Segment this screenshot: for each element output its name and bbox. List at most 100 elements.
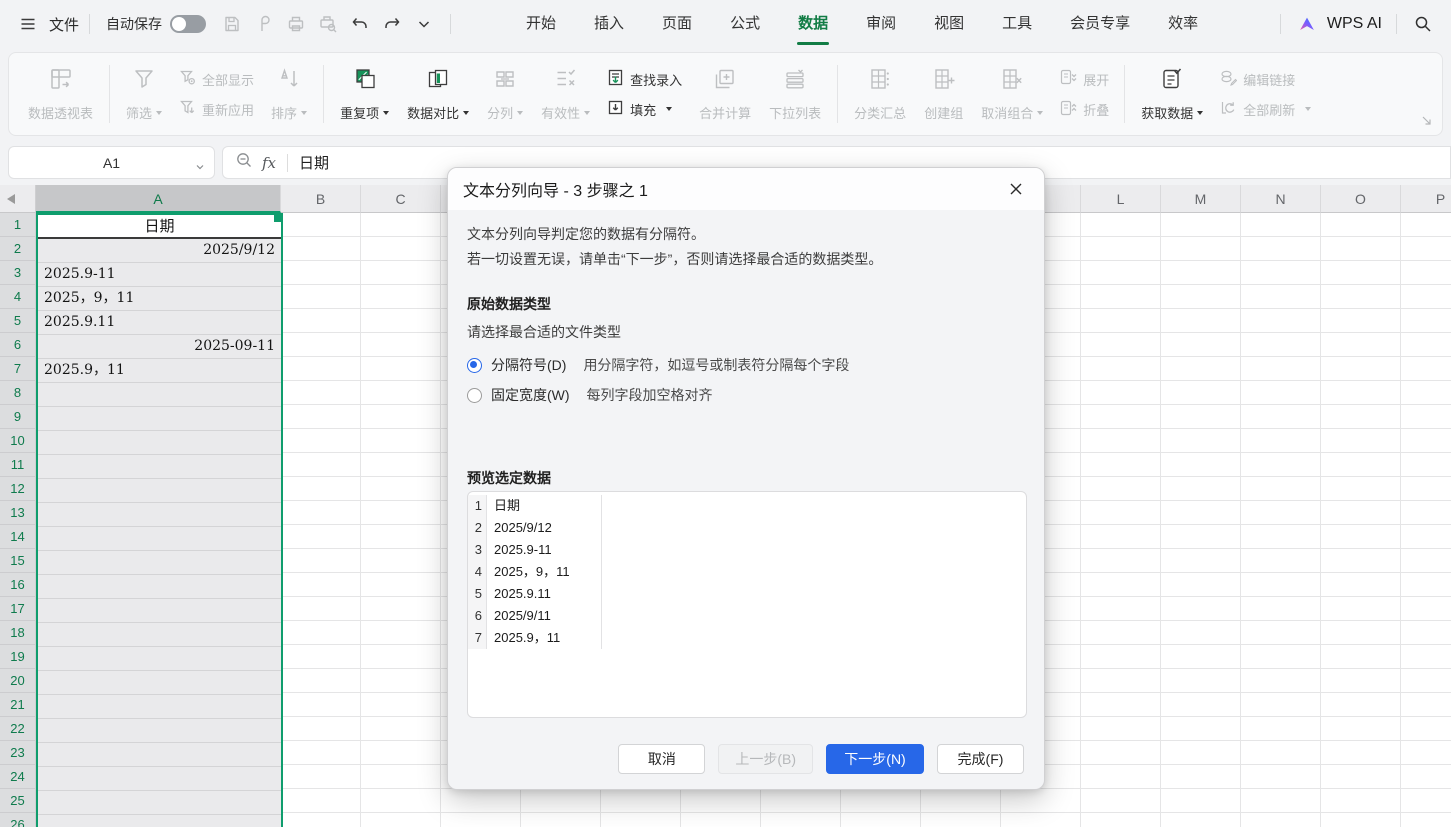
dialog-title-bar[interactable]: 文本分列向导 - 3 步骤之 1 xyxy=(448,168,1044,210)
cell-A5[interactable]: 2025.9.11 xyxy=(38,311,281,335)
cell-A7[interactable]: 2025.9，11 xyxy=(38,359,281,383)
row-header-19[interactable]: 19 xyxy=(0,645,35,669)
row-header-15[interactable]: 15 xyxy=(0,549,35,573)
row-header-8[interactable]: 8 xyxy=(0,381,35,405)
quickbar-more-icon[interactable] xyxy=(410,10,438,38)
tab-efficiency[interactable]: 效率 xyxy=(1149,0,1217,48)
data-compare-button[interactable]: 数据对比 xyxy=(398,57,478,131)
row-header-12[interactable]: 12 xyxy=(0,477,35,501)
validation-button[interactable]: 有效性 xyxy=(532,57,599,131)
cell-A20[interactable] xyxy=(38,671,281,695)
cell-A2[interactable]: 2025/9/12 xyxy=(38,239,281,263)
row-header-14[interactable]: 14 xyxy=(0,525,35,549)
cell-A24[interactable] xyxy=(38,767,281,791)
row-header-2[interactable]: 2 xyxy=(0,237,35,261)
autosave-toggle[interactable] xyxy=(170,15,206,33)
print-icon[interactable] xyxy=(282,10,310,38)
redo-icon[interactable] xyxy=(378,10,406,38)
cell-A19[interactable] xyxy=(38,647,281,671)
radio-fixed-width[interactable]: 固定宽度(W) 每列字段加空格对齐 xyxy=(467,385,1025,405)
cell-A10[interactable] xyxy=(38,431,281,455)
cell-A3[interactable]: 2025.9-11 xyxy=(38,263,281,287)
ungroup-button[interactable]: 取消组合 xyxy=(972,57,1052,131)
row-header-9[interactable]: 9 xyxy=(0,405,35,429)
finish-button[interactable]: 完成(F) xyxy=(937,744,1024,774)
create-group-button[interactable]: 创建组 xyxy=(915,57,972,131)
column-header-O[interactable]: O xyxy=(1321,185,1401,213)
tab-formula[interactable]: 公式 xyxy=(711,0,779,48)
row-header-13[interactable]: 13 xyxy=(0,501,35,525)
tab-tools[interactable]: 工具 xyxy=(983,0,1051,48)
column-header-B[interactable]: B xyxy=(281,185,361,213)
cell-A4[interactable]: 2025，9，11 xyxy=(38,287,281,311)
tab-home[interactable]: 开始 xyxy=(507,0,575,48)
row-header-21[interactable]: 21 xyxy=(0,693,35,717)
row-header-24[interactable]: 24 xyxy=(0,765,35,789)
cell-A15[interactable] xyxy=(38,551,281,575)
next-button[interactable]: 下一步(N) xyxy=(826,744,924,774)
name-box[interactable]: A1 xyxy=(8,146,215,179)
cell-A23[interactable] xyxy=(38,743,281,767)
consolidate-button[interactable]: 合并计算 xyxy=(690,57,760,131)
row-header-18[interactable]: 18 xyxy=(0,621,35,645)
cell-A16[interactable] xyxy=(38,575,281,599)
refresh-all-button[interactable]: 全部刷新 xyxy=(1220,99,1311,119)
radio-unselected-icon[interactable] xyxy=(467,388,482,403)
collapse-button[interactable]: 折叠 xyxy=(1060,99,1109,119)
tab-data[interactable]: 数据 xyxy=(779,0,847,48)
tab-insert[interactable]: 插入 xyxy=(575,0,643,48)
get-data-button[interactable]: 获取数据 xyxy=(1132,57,1212,131)
cell-A22[interactable] xyxy=(38,719,281,743)
row-header-1[interactable]: 1 xyxy=(0,213,35,237)
column-header-C[interactable]: C xyxy=(361,185,441,213)
column-header-M[interactable]: M xyxy=(1161,185,1241,213)
export-icon[interactable] xyxy=(250,10,278,38)
save-icon[interactable] xyxy=(218,10,246,38)
fill-button[interactable]: 填充 xyxy=(607,99,682,119)
cell-A1[interactable]: 日期 xyxy=(38,215,281,239)
zoom-out-icon[interactable] xyxy=(235,151,253,174)
row-header-25[interactable]: 25 xyxy=(0,789,35,813)
row-header-10[interactable]: 10 xyxy=(0,429,35,453)
row-header-6[interactable]: 6 xyxy=(0,333,35,357)
cell-A26[interactable] xyxy=(38,815,281,827)
row-header-17[interactable]: 17 xyxy=(0,597,35,621)
column-header-L[interactable]: L xyxy=(1081,185,1161,213)
cell-A13[interactable] xyxy=(38,503,281,527)
cell-A12[interactable] xyxy=(38,479,281,503)
duplicates-button[interactable]: 重复项 xyxy=(331,57,398,131)
dropdown-list-button[interactable]: 下拉列表 xyxy=(760,57,830,131)
row-header-5[interactable]: 5 xyxy=(0,309,35,333)
row-header-11[interactable]: 11 xyxy=(0,453,35,477)
cell-A25[interactable] xyxy=(38,791,281,815)
tab-page[interactable]: 页面 xyxy=(643,0,711,48)
cell-A6[interactable]: 2025-09-11 xyxy=(38,335,281,359)
expand-button[interactable]: 展开 xyxy=(1060,69,1109,89)
cancel-button[interactable]: 取消 xyxy=(618,744,705,774)
row-header-3[interactable]: 3 xyxy=(0,261,35,285)
tab-review[interactable]: 审阅 xyxy=(847,0,915,48)
file-menu[interactable]: 文件 xyxy=(49,14,79,35)
preview-box[interactable]: 1日期22025/9/1232025.9-1142025，9，1152025.9… xyxy=(467,491,1027,718)
sort-button[interactable]: 排序 xyxy=(262,57,316,131)
cell-A18[interactable] xyxy=(38,623,281,647)
cell-A21[interactable] xyxy=(38,695,281,719)
row-header-22[interactable]: 22 xyxy=(0,717,35,741)
fill-handle[interactable] xyxy=(274,215,281,222)
back-button[interactable]: 上一步(B) xyxy=(718,744,813,774)
hamburger-menu-icon[interactable] xyxy=(14,10,42,38)
edit-links-button[interactable]: 编辑链接 xyxy=(1220,69,1311,89)
column-header-N[interactable]: N xyxy=(1241,185,1321,213)
tab-member[interactable]: 会员专享 xyxy=(1051,0,1149,48)
row-header-23[interactable]: 23 xyxy=(0,741,35,765)
radio-selected-icon[interactable] xyxy=(467,358,482,373)
wps-ai-label[interactable]: WPS AI xyxy=(1327,15,1382,33)
row-header-7[interactable]: 7 xyxy=(0,357,35,381)
print-preview-icon[interactable] xyxy=(314,10,342,38)
close-icon[interactable] xyxy=(1003,176,1029,202)
row-header-26[interactable]: 26 xyxy=(0,813,35,827)
column-header-A[interactable]: A xyxy=(36,185,281,213)
cell-A11[interactable] xyxy=(38,455,281,479)
radio-delimited[interactable]: 分隔符号(D) 用分隔字符，如逗号或制表符分隔每个字段 xyxy=(467,355,1025,375)
selected-column-a[interactable]: 日期2025/9/122025.9-112025，9，112025.9.1120… xyxy=(36,213,283,827)
